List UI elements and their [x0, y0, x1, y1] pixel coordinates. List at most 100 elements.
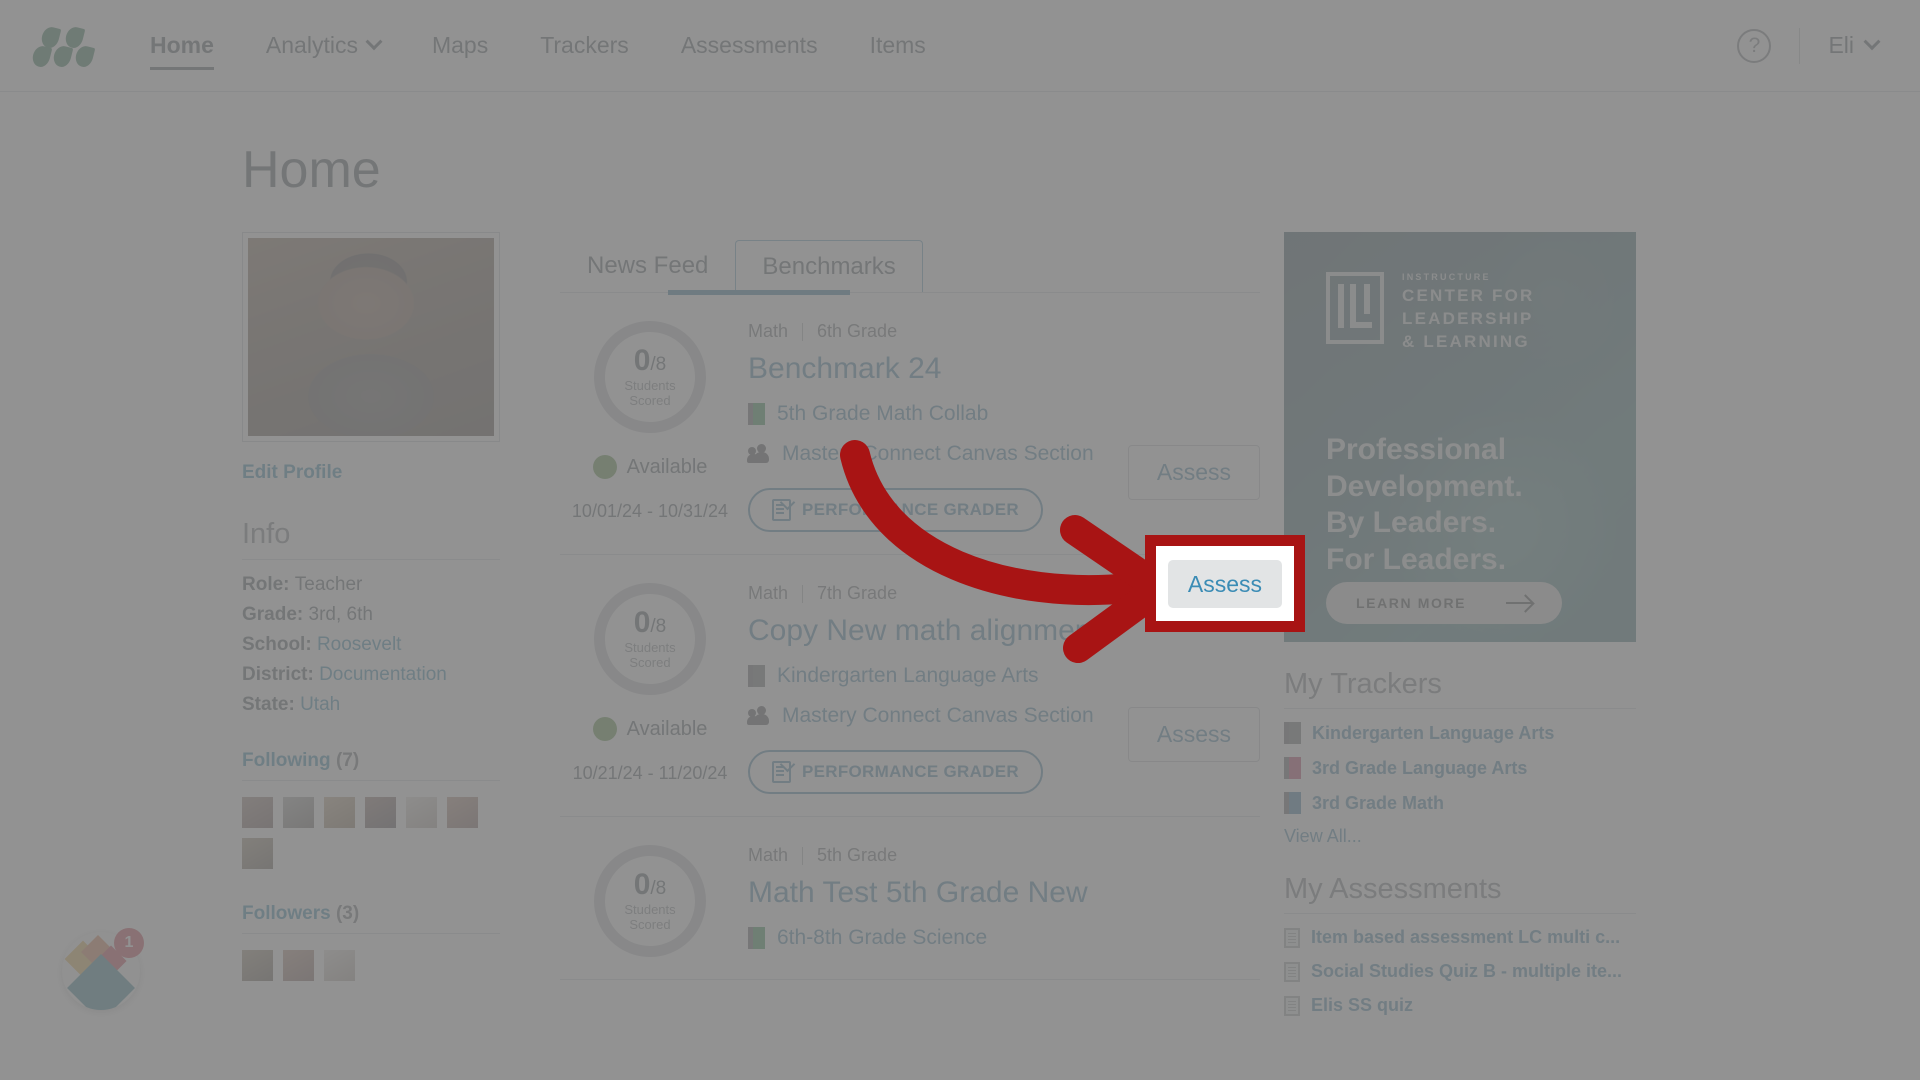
date-range: 10/01/24 - 10/31/24	[571, 501, 729, 521]
notebook-icon	[748, 927, 765, 949]
avatar	[242, 232, 500, 442]
question-circle-icon[interactable]: ?	[1737, 28, 1772, 63]
notebook-icon	[748, 403, 765, 425]
avatar-thumb[interactable]	[365, 797, 396, 828]
info-value-link[interactable]: Utah	[300, 694, 340, 715]
document-icon	[1284, 961, 1300, 982]
tracker-link[interactable]: 6th-8th Grade Science	[777, 926, 987, 950]
score-number: 0	[633, 343, 651, 377]
tracker-link[interactable]: Kindergarten Language Arts	[1312, 723, 1554, 744]
tracker-row[interactable]: 5th Grade Math Collab	[748, 402, 1260, 426]
followers-header[interactable]: Followers (3)	[242, 903, 542, 933]
avatar-thumb[interactable]	[283, 950, 314, 981]
nav-item-assessments[interactable]: Assessments	[655, 0, 844, 92]
avatar-thumb[interactable]	[324, 950, 355, 981]
assessment-link[interactable]: Item based assessment LC multi c...	[1311, 927, 1620, 948]
headline-line-4: For Leaders.	[1326, 542, 1507, 576]
my-trackers-heading: My Trackers	[1284, 668, 1442, 700]
tracker-list-item[interactable]: 3rd Grade Language Arts	[1284, 757, 1636, 779]
assess-button[interactable]: Assess	[1127, 707, 1260, 762]
info-value-link[interactable]: Roosevelt	[317, 634, 402, 655]
tracker-row[interactable]: 6th-8th Grade Science	[748, 926, 1260, 950]
assessment-list-item[interactable]: Social Studies Quiz B - multiple ite...	[1284, 961, 1636, 982]
benchmark-title-link[interactable]: Copy New math alignment	[748, 614, 1260, 648]
tracker-list-item[interactable]: Kindergarten Language Arts	[1284, 722, 1636, 744]
tracker-list-item[interactable]: 3rd Grade Math	[1284, 792, 1636, 814]
info-label: Grade:	[242, 604, 304, 625]
avatar-thumb[interactable]	[406, 797, 437, 828]
user-menu[interactable]: Eli	[1828, 32, 1881, 59]
tab-news-feed[interactable]: News Feed	[560, 239, 735, 293]
my-assessments-heading: My Assessments	[1284, 873, 1502, 905]
performance-grader-button[interactable]: PERFORMANCE GRADER	[748, 488, 1043, 532]
tracker-row[interactable]: Kindergarten Language Arts	[748, 664, 1260, 688]
assessment-list-item[interactable]: Item based assessment LC multi c...	[1284, 927, 1636, 948]
nav-right-group: ? Eli	[1737, 27, 1881, 64]
mastery-connect-leaf-logo[interactable]	[30, 24, 96, 69]
tracker-link[interactable]: 3rd Grade Language Arts	[1312, 758, 1527, 779]
info-row-state: State: Utah	[242, 694, 542, 716]
view-all-trackers-link[interactable]: View All...	[1284, 826, 1636, 847]
avatar-thumb[interactable]	[283, 797, 314, 828]
assess-button[interactable]: Assess	[1127, 445, 1260, 500]
grade-label: 7th Grade	[817, 583, 898, 603]
nav-items: Home Analytics Maps Trackers Assessments…	[124, 0, 952, 92]
benchmark-title-link[interactable]: Math Test 5th Grade New	[748, 876, 1260, 910]
nav-item-label: Analytics	[265, 32, 358, 58]
benchmark-title-link[interactable]: Benchmark 24	[748, 352, 1260, 386]
assessment-link[interactable]: Elis SS quiz	[1311, 995, 1413, 1016]
nav-item-label: Maps	[431, 32, 489, 58]
avatar-thumb[interactable]	[242, 797, 273, 828]
nav-item-items[interactable]: Items	[844, 0, 952, 92]
promo-banner[interactable]: INSTRUCTURE CENTER FOR LEADERSHIP & LEAR…	[1284, 232, 1636, 642]
support-widget-button[interactable]: 1	[62, 928, 144, 1010]
subject-label: Math	[748, 845, 789, 865]
divider	[1284, 913, 1636, 914]
section-link[interactable]: Mastery Connect Canvas Section	[782, 704, 1094, 728]
learn-more-button[interactable]: LEARN MORE	[1326, 582, 1563, 624]
score-donut: 0/8 Students Scored	[594, 845, 706, 957]
following-header[interactable]: Following (7)	[242, 750, 542, 780]
performance-grader-button[interactable]: PERFORMANCE GRADER	[748, 750, 1043, 794]
avatar-thumb[interactable]	[324, 797, 355, 828]
benchmark-card: 0/8 Students Scored Math 5th Grade Math …	[560, 817, 1260, 980]
nav-item-trackers[interactable]: Trackers	[514, 0, 655, 92]
assessment-list-item[interactable]: Elis SS quiz	[1284, 995, 1636, 1016]
score-caption: Students Scored	[624, 901, 676, 932]
benchmark-details: Math 5th Grade Math Test 5th Grade New 6…	[740, 845, 1260, 957]
info-row-role: Role: Teacher	[242, 574, 542, 596]
document-icon	[1284, 995, 1300, 1016]
score-value: 0/8	[634, 607, 667, 638]
status-badge: Available	[592, 455, 707, 479]
notebook-icon	[748, 665, 765, 687]
performance-grader-label: PERFORMANCE GRADER	[802, 500, 1019, 519]
tracker-link[interactable]: 3rd Grade Math	[1312, 793, 1444, 814]
followers-thumbnails	[242, 950, 500, 981]
nav-item-analytics[interactable]: Analytics	[240, 0, 406, 92]
nav-item-label: Trackers	[540, 32, 629, 58]
avatar-thumb[interactable]	[242, 838, 273, 869]
info-list: Role: Teacher Grade: 3rd, 6th School: Ro…	[242, 574, 542, 716]
score-value: 0/8	[634, 869, 667, 900]
tracker-link[interactable]: Kindergarten Language Arts	[777, 664, 1039, 688]
avatar-thumb[interactable]	[242, 950, 273, 981]
profile-sidebar: Edit Profile Info Role: Teacher Grade: 3…	[242, 232, 542, 1016]
subject-label: Math	[748, 583, 789, 603]
avatar-thumb[interactable]	[447, 797, 478, 828]
cll-wordmark: INSTRUCTURE CENTER FOR LEADERSHIP & LEAR…	[1402, 272, 1535, 354]
tracker-link[interactable]: 5th Grade Math Collab	[777, 402, 988, 426]
edit-profile-link[interactable]: Edit Profile	[242, 462, 542, 484]
user-name-label: Eli	[1828, 32, 1854, 58]
tab-benchmarks[interactable]: Benchmarks	[735, 240, 923, 293]
info-label: State:	[242, 694, 295, 715]
score-caption: Students Scored	[624, 377, 676, 408]
nav-item-maps[interactable]: Maps	[406, 0, 514, 92]
assessment-link[interactable]: Social Studies Quiz B - multiple ite...	[1311, 961, 1622, 982]
score-donut: 0/8 Students Scored	[594, 583, 706, 695]
cll-mark-icon	[1326, 272, 1384, 344]
info-value-link[interactable]: Documentation	[319, 664, 447, 685]
nav-item-home[interactable]: Home	[124, 0, 240, 92]
section-link[interactable]: Mastery Connect Canvas Section	[782, 442, 1094, 466]
following-label: Following	[242, 750, 331, 771]
score-denominator: /8	[650, 877, 667, 899]
